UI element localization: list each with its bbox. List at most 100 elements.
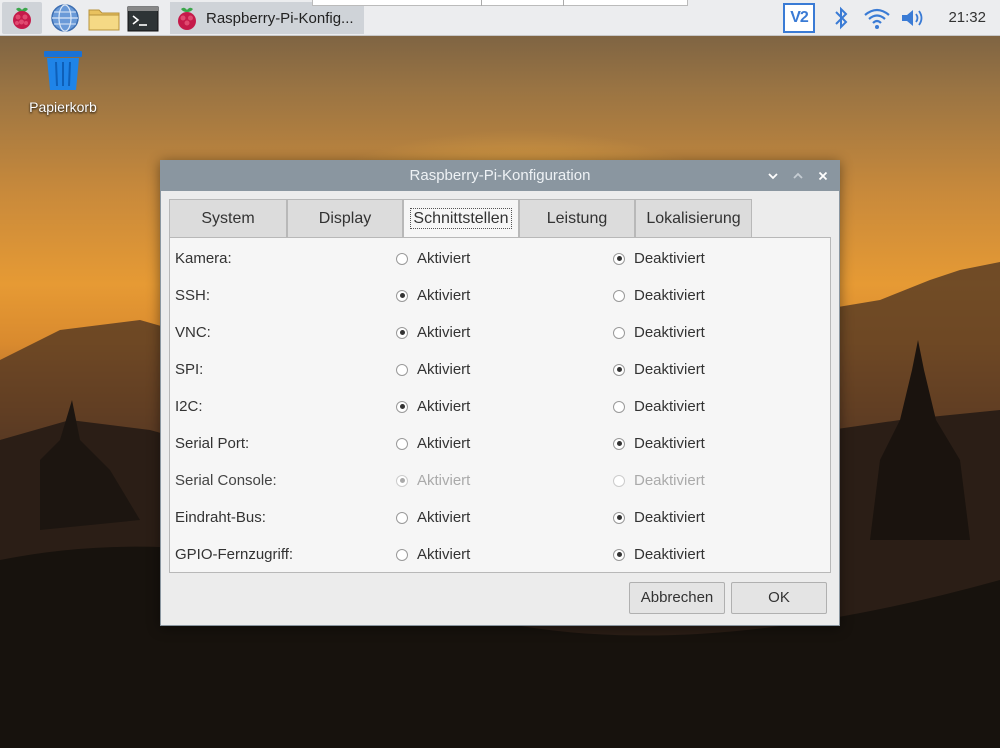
trash-label: Papierkorb [29, 99, 97, 115]
enable-radio[interactable]: Aktiviert [396, 314, 470, 351]
interface-label: Kamera: [175, 250, 232, 267]
volume-tray-button[interactable] [898, 4, 930, 32]
vnc-tray-button[interactable]: V2 [783, 3, 815, 33]
interface-label: Serial Port: [175, 435, 250, 452]
ok-button[interactable]: OK [731, 582, 827, 614]
interface-label: I2C: [175, 398, 203, 415]
disable-radio[interactable]: Deaktiviert [613, 277, 705, 314]
minimize-button[interactable] [764, 167, 782, 185]
interface-label: Eindraht-Bus: [175, 509, 266, 526]
disable-label: Deaktiviert [634, 361, 705, 378]
radio-circle [396, 252, 408, 265]
app-menu-button[interactable] [2, 2, 42, 34]
radio-circle [396, 326, 408, 339]
enable-label: Aktiviert [417, 472, 471, 489]
enable-label: Aktiviert [417, 546, 471, 563]
radio-circle [396, 363, 408, 376]
disable-radio: Deaktiviert [613, 462, 705, 499]
enable-label: Aktiviert [417, 361, 471, 378]
enable-radio[interactable]: Aktiviert [396, 499, 470, 536]
radio-circle [613, 474, 625, 487]
globe-icon [51, 4, 79, 32]
enable-radio: Aktiviert [396, 462, 470, 499]
enable-label: Aktiviert [417, 250, 471, 267]
maximize-button[interactable] [789, 167, 807, 185]
terminal-icon [127, 6, 159, 32]
enable-radio[interactable]: Aktiviert [396, 240, 470, 277]
taskbar-item-raspi-config[interactable]: Raspberry-Pi-Konfig... [170, 2, 364, 34]
disable-radio[interactable]: Deaktiviert [613, 536, 705, 573]
disable-label: Deaktiviert [634, 250, 705, 267]
disable-label: Deaktiviert [634, 546, 705, 563]
chevron-down-icon [768, 173, 778, 180]
enable-radio[interactable]: Aktiviert [396, 277, 470, 314]
files-launcher[interactable] [86, 2, 122, 34]
disable-label: Deaktiviert [634, 435, 705, 452]
cancel-button[interactable]: Abbrechen [629, 582, 725, 614]
radio-circle [613, 363, 625, 376]
interface-label: SSH: [175, 287, 211, 304]
enable-label: Aktiviert [417, 398, 471, 415]
raspberry-icon [13, 7, 31, 29]
disable-radio[interactable]: Deaktiviert [613, 240, 705, 277]
radio-circle [613, 400, 625, 413]
enable-radio[interactable]: Aktiviert [396, 536, 470, 573]
disable-radio[interactable]: Deaktiviert [613, 499, 705, 536]
dialog-title: Raspberry-Pi-Konfiguration [409, 167, 591, 184]
interface-row: SPI: Aktiviert Deaktiviert [170, 351, 830, 388]
trash-icon [44, 51, 82, 90]
radio-circle [396, 474, 408, 487]
volume-icon [902, 10, 923, 26]
tab-display[interactable]: Display [287, 199, 403, 237]
disable-radio[interactable]: Deaktiviert [613, 314, 705, 351]
enable-radio[interactable]: Aktiviert [396, 351, 470, 388]
disable-radio[interactable]: Deaktiviert [613, 388, 705, 425]
interface-row: I2C: Aktiviert Deaktiviert [170, 388, 830, 425]
wifi-tray-button[interactable] [862, 4, 892, 32]
radio-circle [613, 511, 625, 524]
browser-launcher[interactable] [48, 2, 82, 34]
radio-circle [396, 511, 408, 524]
interface-row: SSH: Aktiviert Deaktiviert [170, 277, 830, 314]
chevron-up-icon [793, 172, 803, 179]
interface-row: Serial Port: Aktiviert Deaktiviert [170, 425, 830, 462]
radio-circle [396, 437, 408, 450]
dialog-titlebar[interactable]: Raspberry-Pi-Konfiguration [161, 161, 839, 191]
radio-circle [613, 548, 625, 561]
radio-circle [613, 252, 625, 265]
taskbar-item-label: Raspberry-Pi-Konfig... [206, 9, 354, 27]
bluetooth-tray-button[interactable] [828, 4, 854, 32]
disable-radio[interactable]: Deaktiviert [613, 351, 705, 388]
interface-label: SPI: [175, 361, 204, 378]
enable-label: Aktiviert [417, 435, 471, 452]
interface-row: Eindraht-Bus: Aktiviert Deaktiviert [170, 499, 830, 536]
radio-circle [396, 548, 408, 561]
raspberry-icon [178, 7, 196, 30]
tab-schnittstellen[interactable]: Schnittstellen [403, 199, 519, 239]
interface-row: Serial Console: Aktiviert Deaktiviert [170, 462, 830, 499]
terminal-launcher[interactable] [125, 2, 161, 34]
popup-edge-strip [312, 0, 688, 6]
interface-label: Serial Console: [175, 472, 277, 489]
interfaces-panel: Kamera: Aktiviert Deaktiviert SSH: Aktiviert… [169, 237, 831, 573]
tab-leistung[interactable]: Leistung [519, 199, 635, 237]
top-panel: Raspberry-Pi-Konfig... V2 21:32 [0, 0, 1000, 36]
enable-label: Aktiviert [417, 287, 471, 304]
interface-label: GPIO-Fernzugriff: [175, 546, 294, 563]
radio-circle [613, 289, 625, 302]
disable-label: Deaktiviert [634, 324, 705, 341]
desktop-trash[interactable]: Papierkorb [20, 48, 106, 115]
enable-radio[interactable]: Aktiviert [396, 425, 470, 462]
tab-system[interactable]: System [169, 199, 287, 237]
clock[interactable]: 21:32 [948, 0, 986, 36]
wifi-icon [864, 8, 890, 29]
interface-label: VNC: [175, 324, 211, 341]
enable-radio[interactable]: Aktiviert [396, 388, 470, 425]
disable-radio[interactable]: Deaktiviert [613, 425, 705, 462]
radio-circle [396, 400, 408, 413]
close-button[interactable] [814, 167, 832, 185]
radio-circle [396, 289, 408, 302]
bluetooth-icon [835, 6, 848, 30]
tab-lokalisierung[interactable]: Lokalisierung [635, 199, 752, 237]
disable-label: Deaktiviert [634, 472, 705, 489]
